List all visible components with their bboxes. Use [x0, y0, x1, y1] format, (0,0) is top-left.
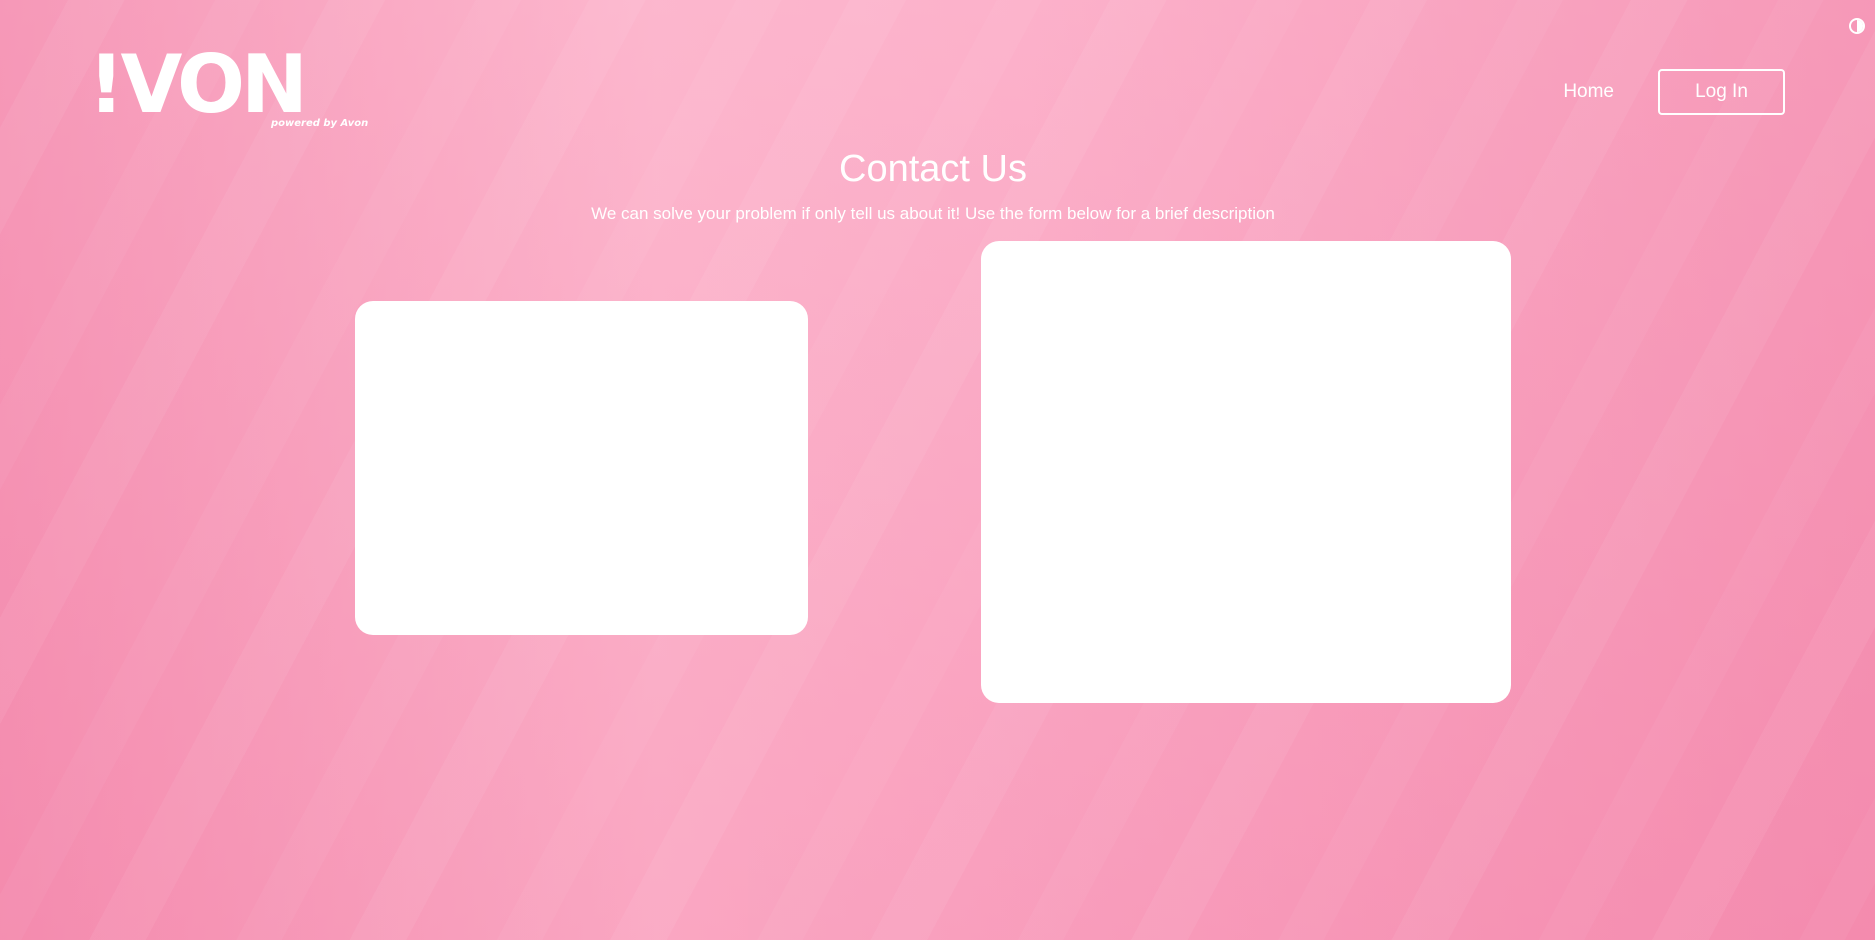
contrast-icon[interactable]: [1849, 18, 1865, 34]
page-title: Contact Us: [839, 148, 1027, 190]
login-button[interactable]: Log In: [1658, 69, 1785, 115]
site-header: !VON powered by Avon Home Log In: [0, 0, 1875, 140]
logo-wordmark: !VON: [88, 38, 308, 131]
contact-info-card: [355, 301, 808, 635]
contact-form-card: [981, 241, 1511, 703]
brand-logo[interactable]: !VON powered by Avon: [88, 42, 368, 132]
main-nav: Home Log In: [1563, 67, 1785, 117]
page-subtitle: We can solve your problem if only tell u…: [591, 204, 1275, 223]
logo-tagline: powered by Avon: [271, 118, 369, 129]
nav-home-link[interactable]: Home: [1563, 81, 1614, 103]
